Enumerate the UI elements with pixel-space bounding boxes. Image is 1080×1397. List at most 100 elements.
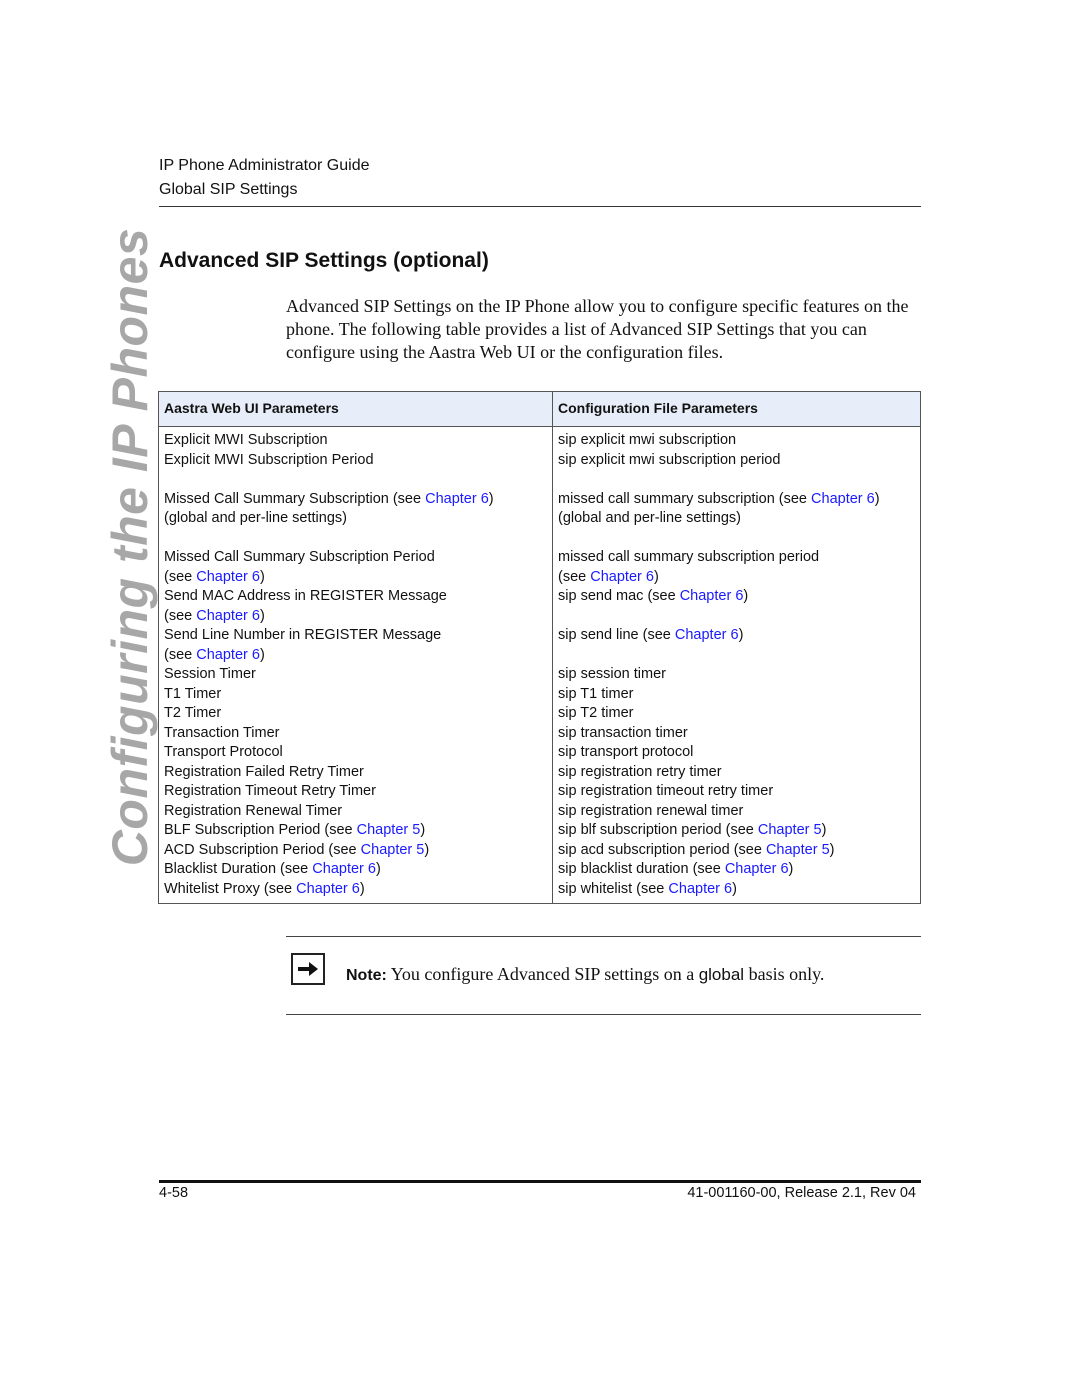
chapter-link[interactable]: Chapter 6 [425, 491, 489, 507]
cell-text: missed call summary subscription (see [558, 490, 812, 507]
config-file-parameter-cell: sip registration renewal timer [552, 801, 921, 821]
chapter-link[interactable]: Chapter 6 [725, 861, 789, 877]
cell-text: sip registration retry timer [558, 763, 722, 780]
note-top-divider [286, 936, 921, 937]
web-ui-parameter-cell: Transport Protocol [158, 743, 553, 763]
web-ui-parameter-cell: Missed Call Summary Subscription Period [158, 548, 553, 568]
chapter-link[interactable]: Chapter 6 [196, 608, 260, 624]
cell-text: (see [164, 568, 197, 585]
chapter-link[interactable]: Chapter 6 [590, 569, 654, 585]
cell-text: sip blf subscription period (see [558, 822, 758, 838]
running-header: IP Phone Administrator Guide Global SIP … [159, 154, 370, 202]
page-number: 4-58 [159, 1185, 189, 1201]
note-bottom-divider [286, 1014, 921, 1015]
advanced-sip-parameters-table: Aastra Web UI Parameters Configuration F… [158, 391, 921, 904]
chapter-link[interactable]: Chapter 6 [680, 588, 744, 604]
config-file-parameter-cell: sip send line (see Chapter 6) [552, 626, 921, 646]
chapter-link[interactable]: Chapter 5 [766, 842, 830, 858]
cell-text: Explicit MWI Subscription Period [164, 451, 374, 468]
web-ui-parameter-cell: Transaction Timer [158, 723, 553, 743]
note-text-before: You configure Advanced SIP settings on a [386, 964, 699, 984]
cell-text: ) [788, 861, 794, 877]
cell-text: Transaction Timer [164, 724, 280, 741]
chapter-link[interactable]: Chapter 6 [675, 627, 739, 643]
web-ui-parameter-cell: Explicit MWI Subscription [158, 426, 553, 451]
cell-text: Transport Protocol [164, 744, 283, 760]
web-ui-parameter-cell: Send MAC Address in REGISTER Message [158, 587, 553, 607]
web-ui-parameter-cell: Session Timer [158, 665, 553, 685]
web-ui-parameter-cell: BLF Subscription Period (see Chapter 5) [158, 821, 553, 841]
chapter-link[interactable]: Chapter 5 [758, 822, 822, 838]
table-row: (see Chapter 6) [158, 606, 921, 626]
table-row: Blacklist Duration (see Chapter 6) sip bl… [158, 860, 921, 880]
chapter-link[interactable]: Chapter 6 [668, 881, 732, 897]
cell-text: sip session timer [558, 666, 666, 682]
web-ui-parameter-cell: Blacklist Duration (see Chapter 6) [158, 860, 553, 880]
cell-text: ) [424, 841, 430, 858]
chapter-link[interactable]: Chapter 5 [361, 842, 425, 858]
table-row: T1 Timer sip T1 timer [158, 684, 921, 704]
cell-text: (see [164, 607, 197, 624]
intro-paragraph: Advanced SIP Settings on the IP Phone al… [286, 296, 909, 362]
cell-text: ) [821, 822, 827, 838]
chapter-link[interactable]: Chapter 6 [296, 881, 360, 897]
document-id: 41-001160-00, Release 2.1, Rev 04 [687, 1185, 916, 1201]
cell-text: (see [164, 646, 197, 663]
web-ui-parameter-cell: Missed Call Summary Subscription (see Ch… [158, 489, 553, 509]
config-file-parameter-cell: sip blacklist duration (see Chapter 6) [552, 860, 921, 880]
cell-text: sip registration renewal timer [558, 802, 744, 819]
chapter-side-title: Configuring the IP Phones [102, 227, 158, 867]
config-file-parameter-cell: sip transport protocol [552, 743, 921, 763]
table-spacer-row [158, 528, 921, 548]
web-ui-parameter-cell: (see Chapter 6) [158, 567, 553, 587]
chapter-link[interactable]: Chapter 6 [196, 569, 260, 585]
web-ui-parameter-cell [158, 528, 553, 548]
web-ui-parameter-cell [158, 470, 553, 490]
table-row: Missed Call Summary Subscription Period m… [158, 548, 921, 568]
chapter-link[interactable]: Chapter 6 [811, 491, 875, 507]
cell-text: ACD Subscription Period (see [164, 841, 361, 858]
cell-text: ) [732, 880, 737, 897]
note-label: Note: [346, 967, 387, 984]
web-ui-parameter-cell: Registration Failed Retry Timer [158, 762, 553, 782]
cell-text: missed call summary subscription period [558, 549, 820, 565]
table-row: (global and per-line settings) (global an… [158, 509, 921, 529]
column-header-web-ui: Aastra Web UI Parameters [158, 391, 553, 427]
cell-text: sip transport protocol [558, 744, 694, 760]
cell-text: BLF Subscription Period (see [164, 822, 357, 838]
chapter-link[interactable]: Chapter 6 [196, 647, 260, 663]
web-ui-parameter-cell: Whitelist Proxy (see Chapter 6) [158, 879, 553, 904]
table-row: ACD Subscription Period (see Chapter 5) s… [158, 840, 921, 860]
web-ui-parameter-cell: (global and per-line settings) [158, 509, 553, 529]
web-ui-parameter-cell: Explicit MWI Subscription Period [158, 450, 553, 470]
table-row: (see Chapter 6) (see Chapter 6) [158, 567, 921, 587]
cell-text: Missed Call Summary Subscription (see [164, 490, 426, 507]
config-file-parameter-cell: sip registration retry timer [552, 762, 921, 782]
arrow-right-icon [291, 953, 325, 985]
table-row: Transaction Timer sip transaction timer [158, 723, 921, 743]
note-text-after: basis only. [744, 964, 825, 984]
cell-text: sip explicit mwi subscription [558, 432, 737, 448]
table-row: Missed Call Summary Subscription (see Ch… [158, 489, 921, 509]
cell-text: Send Line Number in REGISTER Message [164, 627, 442, 643]
web-ui-parameter-cell: (see Chapter 6) [158, 645, 553, 665]
chapter-link[interactable]: Chapter 6 [312, 861, 376, 877]
table-body: Explicit MWI Subscription sip explicit mw… [158, 426, 921, 904]
cell-text: sip explicit mwi subscription period [558, 451, 781, 468]
config-file-parameter-cell [552, 470, 921, 490]
arrow-right-glyph [298, 962, 318, 976]
cell-text: sip whitelist (see [558, 880, 669, 897]
table-row: Explicit MWI Subscription Period sip expl… [158, 450, 921, 470]
cell-text: sip T2 timer [558, 705, 634, 721]
cell-text: ) [829, 841, 835, 858]
cell-text: ) [738, 627, 744, 643]
config-file-parameter-cell: missed call summary subscription period [552, 548, 921, 568]
table-row: Whitelist Proxy (see Chapter 6) sip white… [158, 879, 921, 904]
section-title: Advanced SIP Settings (optional) [159, 249, 489, 272]
table-row: Send MAC Address in REGISTER Message sip … [158, 587, 921, 607]
table-row: (see Chapter 6) [158, 645, 921, 665]
header-divider [159, 206, 921, 207]
cell-text: (global and per-line settings) [164, 510, 347, 526]
config-file-parameter-cell: sip session timer [552, 665, 921, 685]
chapter-link[interactable]: Chapter 5 [357, 822, 421, 838]
